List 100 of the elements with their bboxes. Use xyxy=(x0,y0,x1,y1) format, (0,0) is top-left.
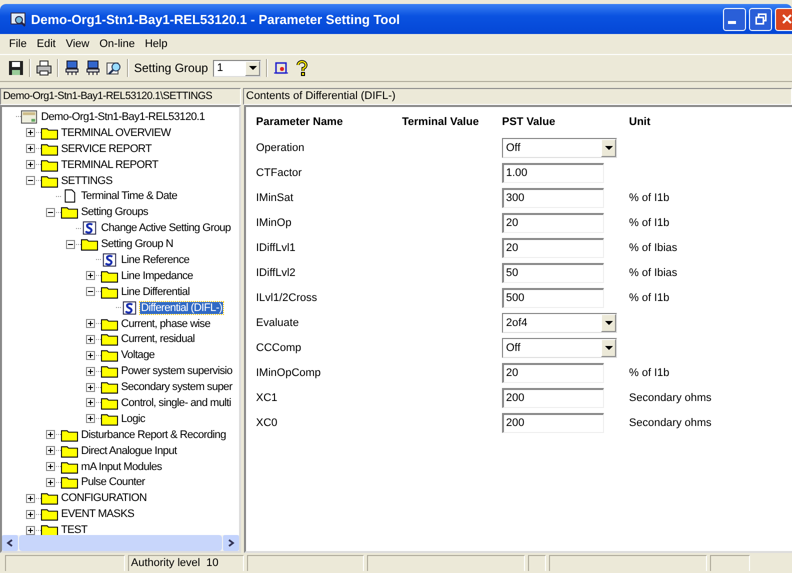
folder-icon xyxy=(61,444,78,458)
print-icon[interactable] xyxy=(36,60,52,76)
collapse-icon[interactable] xyxy=(66,240,75,249)
unit-label: Secondary ohms xyxy=(629,392,712,404)
tree-item[interactable]: Pulse Counter xyxy=(80,476,146,488)
parameter-name: CCComp xyxy=(256,342,302,354)
tree-item[interactable]: Demo-Org1-Stn1-Bay1-REL53120.1 xyxy=(40,110,206,123)
parameter-name: Evaluate xyxy=(256,316,300,328)
contents-label: Contents of Differential (DIFL-) xyxy=(243,88,792,105)
tree-item[interactable]: Direct Analogue Input xyxy=(80,444,178,457)
menu-item[interactable]: On-line xyxy=(94,38,140,50)
collapse-icon[interactable] xyxy=(86,287,95,296)
expand-icon[interactable] xyxy=(86,398,95,408)
unit-label: % of I1b xyxy=(629,216,670,228)
expand-icon[interactable] xyxy=(86,334,95,344)
column-header: Terminal Value xyxy=(402,116,480,128)
value-field[interactable]: 50 xyxy=(502,262,604,282)
menu-item[interactable]: View xyxy=(60,38,94,50)
tree-item[interactable]: Line Differential xyxy=(120,286,191,298)
folder-icon xyxy=(61,475,78,490)
expand-icon[interactable] xyxy=(46,430,55,440)
frame-icon[interactable] xyxy=(273,60,290,76)
collapse-icon[interactable] xyxy=(46,208,55,217)
value-field[interactable]: 200 xyxy=(502,412,604,432)
value-field[interactable]: 20 xyxy=(502,238,604,258)
tree-item[interactable]: Differential (DIFL-) xyxy=(140,302,224,314)
folder-icon xyxy=(61,205,78,220)
tree-item[interactable]: Secondary system super xyxy=(120,381,234,394)
tree-item[interactable]: TEST xyxy=(60,524,88,535)
tree-item[interactable]: Line Impedance xyxy=(120,270,194,282)
tree-item[interactable]: EVENT MASKS xyxy=(60,508,136,520)
value-dropdown[interactable]: Off xyxy=(502,138,617,158)
expand-icon[interactable] xyxy=(26,510,35,519)
tree-item[interactable]: Voltage xyxy=(120,349,156,362)
menu-item[interactable]: Help xyxy=(140,38,172,50)
expand-icon[interactable] xyxy=(86,350,95,360)
menu-item[interactable]: File xyxy=(4,38,32,50)
folder-icon xyxy=(101,364,118,378)
value-field[interactable]: 1.00 xyxy=(502,162,604,182)
maximize-button[interactable] xyxy=(749,8,772,30)
expand-icon[interactable] xyxy=(86,414,95,424)
tree-item[interactable]: SETTINGS xyxy=(60,174,114,186)
expand-icon[interactable] xyxy=(46,478,55,487)
value-dropdown[interactable]: 2of4 xyxy=(502,312,617,332)
value-field[interactable]: 500 xyxy=(502,288,604,308)
value-dropdown[interactable]: Off xyxy=(502,338,617,358)
expand-icon[interactable] xyxy=(86,319,95,328)
script-icon xyxy=(81,221,98,236)
tree-item[interactable]: Logic xyxy=(120,412,146,425)
tree-item[interactable]: TERMINAL OVERVIEW xyxy=(60,126,172,139)
tree-item[interactable]: Setting Group N xyxy=(100,238,174,250)
column-header: PST Value xyxy=(502,116,556,128)
close-button[interactable] xyxy=(775,8,792,30)
tree-item[interactable]: Control, single- and multi xyxy=(120,396,232,409)
tree-item[interactable]: Setting Groups xyxy=(80,206,150,218)
caret-icon xyxy=(248,66,257,70)
parameter-name: IDiffLvl2 xyxy=(256,266,297,278)
value-field[interactable]: 20 xyxy=(502,212,604,232)
tree-item[interactable]: mA Input Modules xyxy=(80,460,163,473)
computer-icon[interactable] xyxy=(85,60,101,76)
tree-item[interactable]: Terminal Time & Date xyxy=(80,190,178,202)
tree-item[interactable]: Line Reference xyxy=(120,254,190,266)
folder-icon xyxy=(101,396,118,410)
collapse-icon[interactable] xyxy=(26,176,35,185)
folder-icon xyxy=(41,174,58,188)
value-field[interactable]: 300 xyxy=(502,188,604,208)
magnifier-icon[interactable] xyxy=(106,60,122,76)
expand-icon[interactable] xyxy=(86,271,95,280)
expand-icon[interactable] xyxy=(26,526,35,535)
expand-icon[interactable] xyxy=(86,382,95,392)
horizontal-scrollbar[interactable] xyxy=(2,535,239,551)
tree-item[interactable]: Current, residual xyxy=(120,333,196,346)
computer-icon[interactable] xyxy=(64,60,80,76)
tree-item[interactable]: Change Active Setting Group xyxy=(100,222,232,234)
tree-item[interactable]: Disturbance Report & Recording xyxy=(80,428,227,441)
expand-icon[interactable] xyxy=(26,160,35,170)
folder-icon xyxy=(101,316,118,331)
setting-group-dropdown[interactable]: 1 xyxy=(213,60,262,76)
tree-item[interactable]: TERMINAL REPORT xyxy=(60,158,160,171)
menu-item[interactable]: Edit xyxy=(32,38,61,50)
help-icon[interactable] xyxy=(294,60,310,76)
folder-icon xyxy=(41,507,58,522)
folder-icon xyxy=(101,284,118,299)
expand-icon[interactable] xyxy=(26,128,35,138)
expand-icon[interactable] xyxy=(46,462,55,472)
save-icon[interactable] xyxy=(8,60,24,76)
parameter-name: IMinSat xyxy=(256,192,294,204)
tree-item[interactable]: Power system supervisio xyxy=(120,365,234,378)
expand-icon[interactable] xyxy=(26,494,35,503)
tree-item[interactable]: Current, phase wise xyxy=(120,318,212,330)
restore-icon xyxy=(752,11,768,27)
expand-icon[interactable] xyxy=(26,144,35,154)
folder-icon xyxy=(61,460,78,474)
minimize-button[interactable] xyxy=(723,8,746,30)
tree-item[interactable]: SERVICE REPORT xyxy=(60,142,152,155)
expand-icon[interactable] xyxy=(86,366,95,376)
tree-item[interactable]: CONFIGURATION xyxy=(60,492,148,504)
value-field[interactable]: 20 xyxy=(502,362,604,382)
expand-icon[interactable] xyxy=(46,446,55,456)
value-field[interactable]: 200 xyxy=(502,388,604,408)
